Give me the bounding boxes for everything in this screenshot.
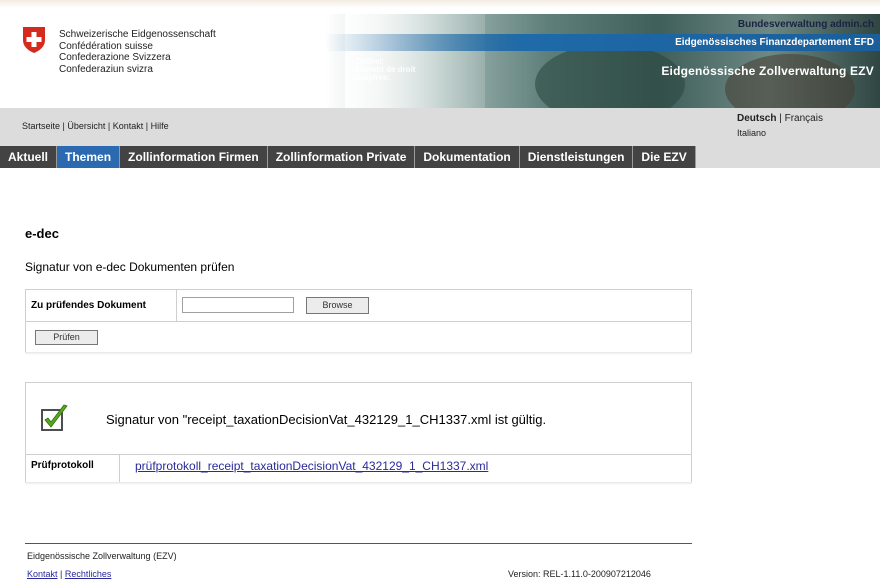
service-link-help[interactable]: Hilfe [151,121,169,131]
signature-check-form: Zu prüfendes Dokument Browse Prüfen [25,289,692,353]
confederation-name[interactable]: Schweizerische Eidgenossenschaft Confédé… [59,29,216,75]
nav-item-themen[interactable]: Themen [57,146,121,168]
page-subtitle: Signatur von e-dec Dokumenten prüfen [25,260,235,274]
banner-sign-line: Dutyfree: [355,73,391,82]
form-row-document: Zu prüfendes Dokument Browse [26,290,691,322]
main-navigation: Aktuell Themen Zollinformation Firmen Zo… [0,146,880,168]
page-title: e-dec [25,226,59,241]
browse-button[interactable]: Browse [306,297,369,314]
nav-item-dienstleistungen[interactable]: Dienstleistungen [520,146,634,168]
confederation-line-it: Confederazione Svizzera [59,52,171,63]
department-link[interactable]: Eidgenössisches Finanzdepartement EFD [325,34,880,51]
confederation-line-fr: Confédération suisse [59,40,153,52]
language-it[interactable]: Italiano [737,128,766,138]
result-message-row: Signatur von "receipt_taxationDecisionVa… [26,383,691,455]
footer-link-contact[interactable]: Kontakt [27,569,58,579]
nav-item-dokumentation[interactable]: Dokumentation [415,146,520,168]
footer-organization: Eidgenössische Zollverwaltung (EZV) [27,551,177,561]
service-navigation: Startseite | Übersicht | Kontakt | Hilfe [22,121,169,131]
footer-links: Kontakt | Rechtliches [27,569,111,579]
footer-link-legal[interactable]: Rechtliches [65,569,112,579]
result-shadow [25,482,692,485]
document-field-label: Zu prüfendes Dokument [26,290,177,322]
footer-separator: | [57,569,65,579]
protocol-label: Prüfprotokoll [26,455,120,482]
service-separator: | [105,121,113,131]
service-bar: Startseite | Übersicht | Kontakt | Hilfe… [0,108,880,146]
confederation-line-rm: Confederaziun svizra [59,63,153,75]
footer-divider [25,543,692,544]
form-shadow [25,352,692,355]
nav-item-zollinformation-firmen[interactable]: Zollinformation Firmen [120,146,268,168]
swiss-coat-of-arms-icon[interactable] [22,26,46,54]
checkbox-checkmark-icon [41,404,68,431]
header-topline [0,0,880,8]
footer-version: Version: REL-1.11.0-200907212046 [508,569,651,579]
signature-valid-message: Signatur von "receipt_taxationDecisionVa… [106,412,547,427]
nav-item-zollinformation-private[interactable]: Zollinformation Private [268,146,416,168]
document-file-input[interactable] [182,297,294,313]
nav-item-die-ezv[interactable]: Die EZV [633,146,696,168]
service-separator: | [143,121,151,131]
language-switcher: Deutsch | Français Italiano [737,112,823,140]
office-title: Eidgenössische Zollverwaltung EZV [661,64,874,78]
language-de[interactable]: Deutsch [737,113,776,124]
language-fr[interactable]: Français [785,113,823,124]
language-separator: | [776,113,785,124]
main-navigation-bar: Aktuell Themen Zollinformation Firmen Zo… [0,146,696,168]
signature-result-panel: Signatur von "receipt_taxationDecisionVa… [25,382,692,483]
admin-link[interactable]: Bundesverwaltung admin.ch [738,16,880,33]
protocol-download-link[interactable]: prüfprotokoll_receipt_taxationDecisionVa… [135,459,488,473]
service-link-contact[interactable]: Kontakt [113,121,144,131]
service-link-overview[interactable]: Übersicht [67,121,105,131]
check-button[interactable]: Prüfen [35,330,98,345]
header: Schweizerische Eidgenossenschaft Confédé… [0,0,880,108]
confederation-line-de: Schweizerische Eidgenossenschaft [59,29,216,40]
nav-item-aktuell[interactable]: Aktuell [0,146,58,168]
service-link-home[interactable]: Startseite [22,121,60,131]
banner-customs-sign: Zollfrei: Exempt de droit Dutyfree: [355,58,415,82]
